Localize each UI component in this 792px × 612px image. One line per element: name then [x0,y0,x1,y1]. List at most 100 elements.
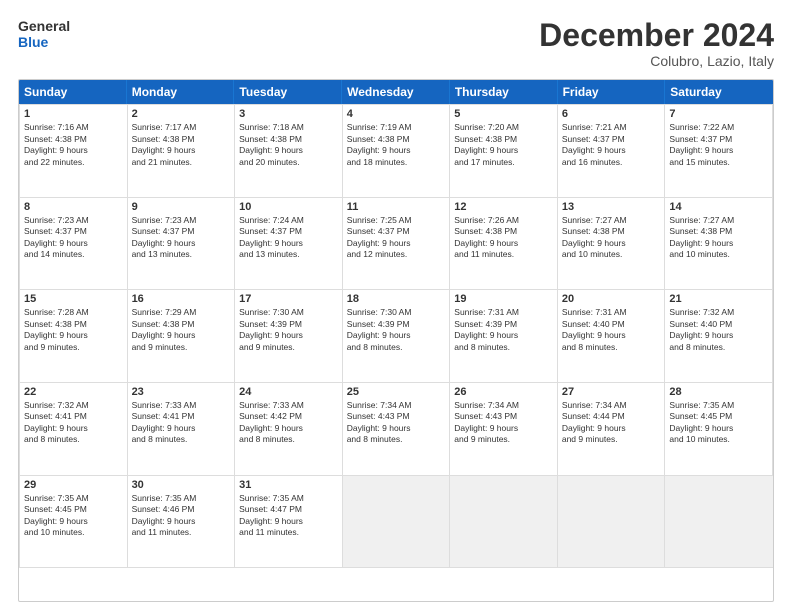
day-number: 18 [347,293,446,305]
cal-cell-18: 19 Sunrise: 7:31 AM Sunset: 4:39 PM Dayli… [450,290,558,383]
month-title: December 2024 [539,18,774,53]
cell-info: Sunrise: 7:26 AM Sunset: 4:38 PM Dayligh… [454,215,553,261]
day-number: 4 [347,108,446,120]
day-number: 27 [562,386,661,398]
cal-cell-2: 3 Sunrise: 7:18 AM Sunset: 4:38 PM Daylig… [235,105,343,198]
day-number: 15 [24,293,123,305]
cal-cell-20: 21Sunrise: 7:32 AM Sunset: 4:40 PM Dayli… [665,290,773,383]
cal-cell-4: 5 Sunrise: 7:20 AM Sunset: 4:38 PM Daylig… [450,105,558,198]
page: General Blue December 2024 Colubro, Lazi… [0,0,792,612]
cell-info: Sunrise: 7:16 AM Sunset: 4:38 PM Dayligh… [24,122,123,168]
day-number: 13 [562,201,661,213]
cell-info: Sunrise: 7:28 AM Sunset: 4:38 PM Dayligh… [24,307,123,353]
header-tuesday: Tuesday [234,80,342,104]
logo-blue: Blue [18,34,70,50]
cal-cell-9: 10Sunrise: 7:24 AM Sunset: 4:37 PM Dayli… [235,198,343,291]
cell-info: Sunrise: 7:33 AM Sunset: 4:42 PM Dayligh… [239,400,338,446]
cell-info: Sunrise: 7:33 AM Sunset: 4:41 PM Dayligh… [132,400,231,446]
day-number: 28 [669,386,768,398]
calendar: Sunday Monday Tuesday Wednesday Thursday… [18,79,774,602]
cal-cell-8: 9 Sunrise: 7:23 AM Sunset: 4:37 PM Daylig… [128,198,236,291]
cell-info: Sunrise: 7:34 AM Sunset: 4:43 PM Dayligh… [454,400,553,446]
header-wednesday: Wednesday [342,80,450,104]
cell-info: Sunrise: 7:32 AM Sunset: 4:41 PM Dayligh… [24,400,123,446]
cell-info: Sunrise: 7:29 AM Sunset: 4:38 PM Dayligh… [132,307,231,353]
cell-info: Sunrise: 7:17 AM Sunset: 4:38 PM Dayligh… [132,122,231,168]
day-number: 25 [347,386,446,398]
cell-info: Sunrise: 7:35 AM Sunset: 4:45 PM Dayligh… [24,493,123,539]
cal-cell-25: 26 Sunrise: 7:34 AM Sunset: 4:43 PM Dayli… [450,383,558,476]
cell-info: Sunrise: 7:24 AM Sunset: 4:37 PM Dayligh… [239,215,338,261]
cell-info: Sunrise: 7:35 AM Sunset: 4:46 PM Dayligh… [132,493,231,539]
header-thursday: Thursday [450,80,558,104]
logo-text: General Blue [18,18,70,50]
header-monday: Monday [127,80,235,104]
cell-info: Sunrise: 7:19 AM Sunset: 4:38 PM Dayligh… [347,122,446,168]
day-number: 22 [24,386,123,398]
cell-info: Sunrise: 7:34 AM Sunset: 4:44 PM Dayligh… [562,400,661,446]
logo-container: General Blue [18,18,70,50]
cal-cell-23: 24Sunrise: 7:33 AM Sunset: 4:42 PM Dayli… [235,383,343,476]
cell-info: Sunrise: 7:34 AM Sunset: 4:43 PM Dayligh… [347,400,446,446]
cell-info: Sunrise: 7:35 AM Sunset: 4:47 PM Dayligh… [239,493,338,539]
cell-info: Sunrise: 7:27 AM Sunset: 4:38 PM Dayligh… [669,215,768,261]
day-number: 26 [454,386,553,398]
cal-cell-30: 31 Sunrise: 7:35 AM Sunset: 4:47 PM Dayli… [235,476,343,569]
logo-general: General [18,18,70,34]
day-number: 20 [562,293,661,305]
day-number: 16 [132,293,231,305]
cal-cell-31 [343,476,451,569]
calendar-grid: 1 Sunrise: 7:16 AM Sunset: 4:38 PM Daylig… [19,104,773,568]
day-number: 1 [24,108,123,120]
cell-info: Sunrise: 7:22 AM Sunset: 4:37 PM Dayligh… [669,122,768,168]
cell-info: Sunrise: 7:35 AM Sunset: 4:45 PM Dayligh… [669,400,768,446]
logo: General Blue [18,18,70,50]
title-block: December 2024 Colubro, Lazio, Italy [539,18,774,69]
cal-cell-24: 25 Sunrise: 7:34 AM Sunset: 4:43 PM Dayli… [343,383,451,476]
cal-cell-0: 1 Sunrise: 7:16 AM Sunset: 4:38 PM Daylig… [20,105,128,198]
cell-info: Sunrise: 7:31 AM Sunset: 4:39 PM Dayligh… [454,307,553,353]
cal-cell-6: 7 Sunrise: 7:22 AM Sunset: 4:37 PM Daylig… [665,105,773,198]
header-saturday: Saturday [665,80,773,104]
day-number: 2 [132,108,231,120]
cal-cell-21: 22 Sunrise: 7:32 AM Sunset: 4:41 PM Dayli… [20,383,128,476]
cell-info: Sunrise: 7:32 AM Sunset: 4:40 PM Dayligh… [669,307,768,353]
day-number: 11 [347,201,446,213]
cal-cell-28: 29Sunrise: 7:35 AM Sunset: 4:45 PM Dayli… [20,476,128,569]
day-number: 31 [239,479,338,491]
cell-info: Sunrise: 7:23 AM Sunset: 4:37 PM Dayligh… [132,215,231,261]
cal-cell-14: 15 Sunrise: 7:28 AM Sunset: 4:38 PM Dayli… [20,290,128,383]
cal-cell-10: 11 Sunrise: 7:25 AM Sunset: 4:37 PM Dayli… [343,198,451,291]
header-sunday: Sunday [19,80,127,104]
cal-cell-32 [450,476,558,569]
cal-cell-11: 12 Sunrise: 7:26 AM Sunset: 4:38 PM Dayli… [450,198,558,291]
cal-cell-29: 30 Sunrise: 7:35 AM Sunset: 4:46 PM Dayli… [128,476,236,569]
cal-cell-19: 20Sunrise: 7:31 AM Sunset: 4:40 PM Dayli… [558,290,666,383]
day-number: 9 [132,201,231,213]
cal-cell-15: 16 Sunrise: 7:29 AM Sunset: 4:38 PM Dayli… [128,290,236,383]
day-number: 7 [669,108,768,120]
cal-cell-27: 28 Sunrise: 7:35 AM Sunset: 4:45 PM Dayli… [665,383,773,476]
day-number: 3 [239,108,338,120]
cal-cell-1: 2 Sunrise: 7:17 AM Sunset: 4:38 PM Daylig… [128,105,236,198]
header: General Blue December 2024 Colubro, Lazi… [18,18,774,69]
day-number: 14 [669,201,768,213]
cal-cell-13: 14 Sunrise: 7:27 AM Sunset: 4:38 PM Dayli… [665,198,773,291]
cal-cell-17: 18Sunrise: 7:30 AM Sunset: 4:39 PM Dayli… [343,290,451,383]
cell-info: Sunrise: 7:30 AM Sunset: 4:39 PM Dayligh… [239,307,338,353]
cell-info: Sunrise: 7:25 AM Sunset: 4:37 PM Dayligh… [347,215,446,261]
day-number: 30 [132,479,231,491]
cal-cell-16: 17Sunrise: 7:30 AM Sunset: 4:39 PM Dayli… [235,290,343,383]
cell-info: Sunrise: 7:20 AM Sunset: 4:38 PM Dayligh… [454,122,553,168]
cal-cell-26: 27 Sunrise: 7:34 AM Sunset: 4:44 PM Dayli… [558,383,666,476]
cal-cell-7: 8Sunrise: 7:23 AM Sunset: 4:37 PM Daylig… [20,198,128,291]
day-number: 12 [454,201,553,213]
cell-info: Sunrise: 7:18 AM Sunset: 4:38 PM Dayligh… [239,122,338,168]
day-number: 5 [454,108,553,120]
day-number: 6 [562,108,661,120]
cal-cell-3: 4 Sunrise: 7:19 AM Sunset: 4:38 PM Daylig… [343,105,451,198]
day-number: 8 [24,201,123,213]
cell-info: Sunrise: 7:27 AM Sunset: 4:38 PM Dayligh… [562,215,661,261]
day-number: 19 [454,293,553,305]
cal-cell-5: 6Sunrise: 7:21 AM Sunset: 4:37 PM Daylig… [558,105,666,198]
